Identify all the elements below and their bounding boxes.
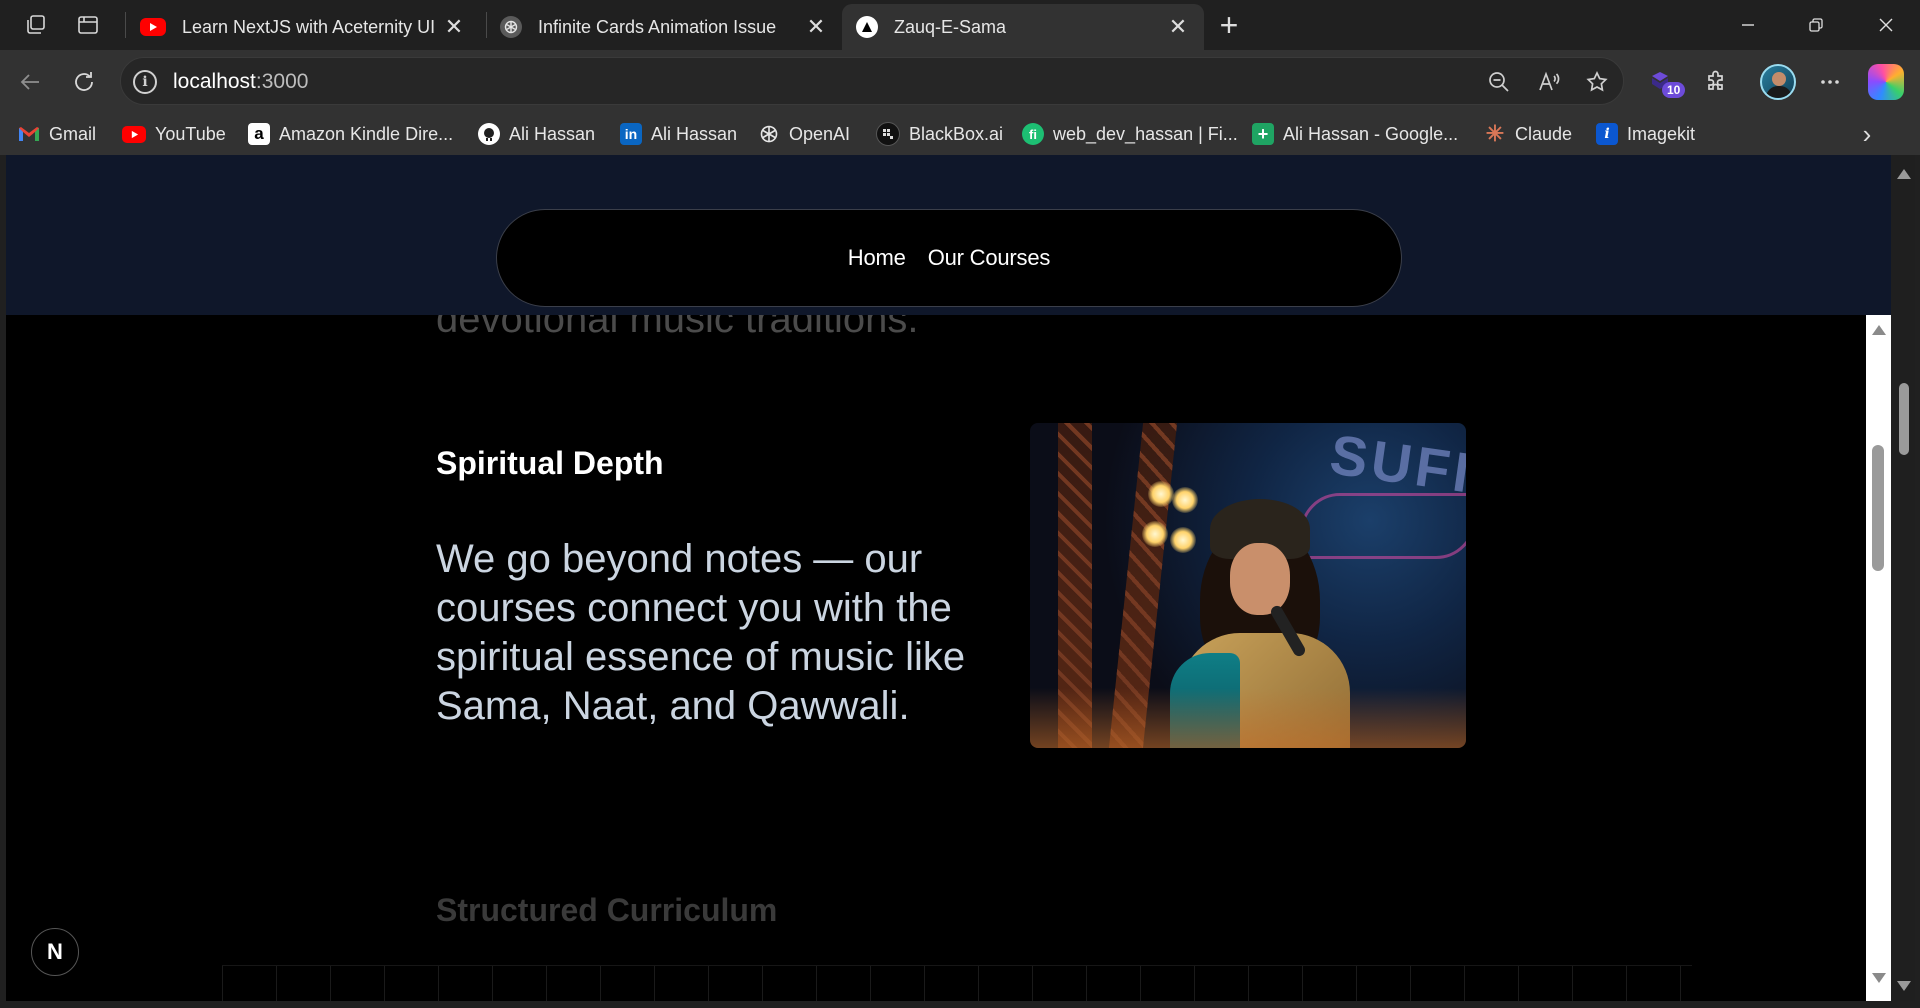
zoom-out-icon[interactable]	[1485, 68, 1513, 96]
youtube-icon	[122, 125, 146, 143]
back-button[interactable]	[12, 64, 48, 100]
read-aloud-icon[interactable]	[1535, 68, 1563, 96]
scrollbar-thumb[interactable]	[1872, 445, 1884, 571]
bookmarks-overflow-chevron-icon[interactable]: ›	[1852, 113, 1882, 155]
blackbox-icon	[876, 122, 900, 146]
scroll-down-arrow-icon[interactable]	[1872, 973, 1886, 983]
new-tab-button[interactable]: +	[1212, 7, 1246, 43]
bookmark-youtube[interactable]: YouTube	[122, 121, 226, 147]
bookmark-openai[interactable]: OpenAI	[758, 121, 850, 147]
bookmark-gmail[interactable]: Gmail	[18, 121, 96, 147]
extension-badge: 10	[1662, 82, 1686, 98]
triangle-logo-icon	[856, 16, 878, 38]
tab-actions-icon[interactable]	[74, 11, 102, 39]
extensions-puzzle-icon[interactable]	[1698, 64, 1734, 100]
bookmark-google-sheets[interactable]: + Ali Hassan - Google...	[1252, 121, 1458, 147]
favorite-star-icon[interactable]	[1583, 68, 1611, 96]
background-grid	[222, 965, 1692, 1001]
reload-button[interactable]	[66, 64, 102, 100]
section-description: We go beyond notes — our courses connect…	[436, 537, 966, 728]
address-bar[interactable]: i localhost:3000	[120, 57, 1624, 105]
close-tab-icon[interactable]: ✕	[442, 14, 466, 39]
nav-our-courses-link[interactable]: Our Courses	[928, 245, 1051, 271]
tab-zauq-e-sama[interactable]: Zauq-E-Sama ✕	[842, 4, 1204, 50]
bookmark-amazon-kindle[interactable]: a Amazon Kindle Dire...	[248, 121, 453, 147]
gmail-icon	[18, 123, 40, 145]
browser-toolbar: i localhost:3000 10	[0, 50, 1920, 113]
scroll-up-arrow-icon[interactable]	[1897, 169, 1911, 179]
bookmark-linkedin[interactable]: in Ali Hassan	[620, 121, 737, 147]
profile-avatar[interactable]	[1760, 64, 1796, 100]
site-info-icon[interactable]: i	[133, 70, 157, 94]
close-tab-icon[interactable]: ✕	[804, 14, 828, 39]
tab-title: Learn NextJS with Aceternity UI lib	[182, 16, 436, 37]
window-bottom-edge	[0, 1001, 1920, 1008]
scroll-up-arrow-icon[interactable]	[1872, 325, 1886, 335]
next-section-title: Structured Curriculum	[436, 892, 778, 928]
tab-title: Zauq-E-Sama	[894, 16, 1007, 37]
page-viewport: devotional music traditions. Home Our Co…	[6, 155, 1891, 1001]
navbar: Home Our Courses	[496, 209, 1402, 307]
bookmark-imagekit[interactable]: i Imagekit	[1596, 121, 1695, 147]
tab-learn-nextjs[interactable]: Learn NextJS with Aceternity UI lib ✕	[126, 4, 480, 50]
more-menu-icon[interactable]	[1812, 64, 1848, 100]
nextjs-dev-badge[interactable]: N	[31, 928, 79, 976]
bookmark-claude[interactable]: ✳ Claude	[1484, 121, 1572, 147]
close-tab-icon[interactable]: ✕	[1166, 14, 1190, 39]
close-window-button[interactable]	[1852, 0, 1920, 50]
imagekit-icon: i	[1596, 123, 1618, 145]
bookmark-github[interactable]: Ali Hassan	[478, 121, 595, 147]
claude-icon: ✳	[1485, 121, 1505, 146]
scroll-down-arrow-icon[interactable]	[1897, 981, 1911, 991]
url-text[interactable]: localhost:3000	[173, 70, 308, 94]
github-icon	[478, 123, 500, 145]
amazon-icon: a	[248, 123, 270, 145]
openai-icon	[500, 16, 522, 38]
linkedin-icon: in	[620, 123, 642, 145]
youtube-icon	[140, 18, 166, 36]
browser-scrollbar[interactable]	[1891, 155, 1915, 1001]
site-header: Home Our Courses	[6, 155, 1891, 315]
bookmarks-bar: Gmail YouTube a Amazon Kindle Dire... Al…	[0, 113, 1920, 155]
bookmark-blackbox[interactable]: BlackBox.ai	[876, 121, 1003, 147]
tab-infinite-cards[interactable]: Infinite Cards Animation Issue ✕	[486, 4, 842, 50]
fiverr-icon: fi	[1022, 123, 1044, 145]
tab-strip: Learn NextJS with Aceternity UI lib ✕ In…	[0, 0, 1920, 50]
copilot-icon[interactable]	[1868, 64, 1904, 100]
workspaces-icon[interactable]	[22, 11, 50, 39]
section-image: SUFI	[1030, 423, 1466, 748]
minimize-button[interactable]	[1714, 0, 1782, 50]
openai-icon	[758, 123, 780, 145]
page-scrollbar[interactable]	[1866, 315, 1891, 1001]
bookmark-fiverr[interactable]: fi web_dev_hassan | Fi...	[1022, 121, 1238, 147]
google-sheets-icon: +	[1252, 123, 1274, 145]
scrollbar-thumb[interactable]	[1899, 383, 1909, 455]
nav-home-link[interactable]: Home	[848, 245, 906, 271]
restore-button[interactable]	[1782, 0, 1850, 50]
section-title: Spiritual Depth	[436, 445, 664, 481]
tab-title: Infinite Cards Animation Issue	[538, 16, 777, 37]
